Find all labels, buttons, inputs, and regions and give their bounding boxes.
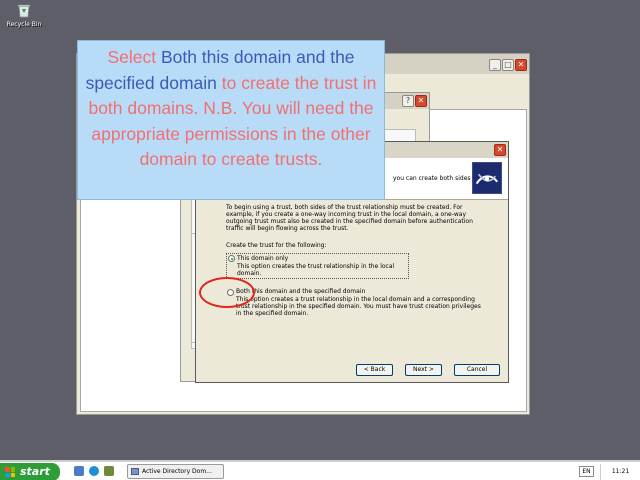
recycle-bin-icon [17, 4, 31, 18]
server-manager-icon[interactable] [104, 466, 114, 476]
wizard-header-text: you can create both sides of [393, 175, 479, 182]
minimize-button[interactable]: _ [489, 59, 501, 71]
properties-close-button[interactable]: ✕ [415, 95, 427, 107]
trust-handshake-icon [472, 162, 502, 194]
wizard-intro-text: To begin using a trust, both sides of th… [226, 204, 473, 232]
cancel-button[interactable]: Cancel [454, 364, 500, 376]
system-clock[interactable]: 11:21 [600, 464, 640, 480]
option-this-domain-label: This domain only [237, 255, 289, 262]
start-button[interactable]: start [0, 463, 60, 480]
option-both-domains-label: Both this domain and the specified domai… [236, 288, 366, 295]
wizard-controls: ✕ [494, 144, 506, 156]
taskbar-item-label: Active Directory Dom... [142, 468, 212, 475]
taskbar-item-active-directory[interactable]: Active Directory Dom... [127, 464, 224, 479]
highlight-circle [199, 277, 255, 308]
next-button[interactable]: Next > [405, 364, 442, 376]
wizard-close-button[interactable]: ✕ [494, 144, 506, 156]
option-this-domain-description: This option creates the trust relationsh… [237, 263, 395, 277]
option-this-domain-only[interactable]: This domain only This option creates the… [226, 253, 409, 279]
tutorial-callout: Select Both this domain and the specifie… [77, 40, 385, 200]
option-both-domains-description: This option creates a trust relationship… [236, 296, 481, 317]
create-trust-label: Create the trust for the following: [226, 242, 327, 249]
help-button[interactable]: ? [402, 95, 414, 107]
close-button[interactable]: ✕ [515, 59, 527, 71]
option-both-domains[interactable]: Both this domain and the specified domai… [226, 288, 494, 317]
taskbar: start Active Directory Dom... EN 11:21 [0, 460, 640, 480]
wizard-body: To begin using a trust, both sides of th… [226, 204, 494, 317]
back-button[interactable]: < Back [356, 364, 393, 376]
maximize-button[interactable]: □ [502, 59, 514, 71]
start-label: start [20, 465, 50, 478]
callout-text-select: Select [107, 47, 161, 67]
internet-explorer-icon[interactable] [89, 466, 99, 476]
window-controls: _ □ ✕ [489, 59, 527, 71]
recycle-bin-desktop-icon[interactable]: Recycle Bin [4, 2, 44, 28]
radio-this-domain-only[interactable] [228, 255, 235, 262]
windows-flag-icon [5, 467, 15, 477]
properties-controls: ? ✕ [402, 95, 427, 107]
show-desktop-icon[interactable] [74, 466, 84, 476]
language-indicator[interactable]: EN [579, 466, 594, 477]
active-directory-icon [131, 468, 139, 475]
recycle-bin-label: Recycle Bin [6, 21, 42, 28]
